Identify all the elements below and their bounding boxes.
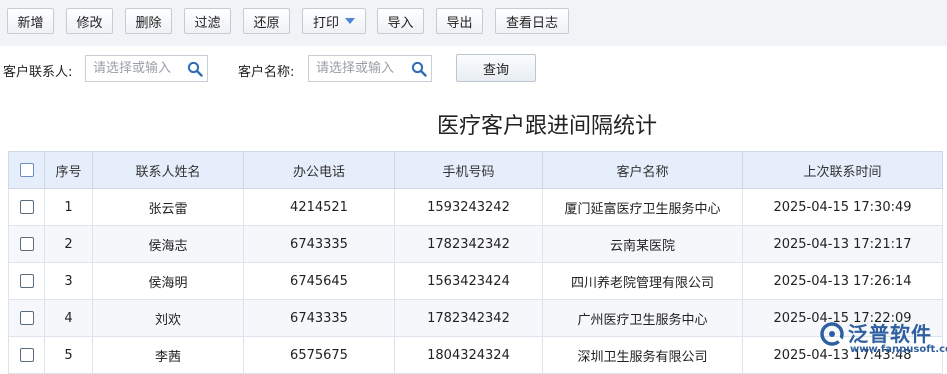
mobile-phone: 1782342342 bbox=[394, 299, 543, 337]
column-header-office-phone: 办公电话 bbox=[243, 151, 395, 189]
mobile-phone: 1563423424 bbox=[394, 262, 543, 300]
customer-name-link[interactable]: 四川养老院管理有限公司 bbox=[542, 262, 743, 300]
brand-logo-icon bbox=[820, 322, 844, 346]
row-select-cell[interactable] bbox=[8, 225, 45, 263]
contact-filter-label: 客户联系人: bbox=[3, 65, 73, 80]
brand-watermark: 泛普软件 www.fanpusoft.com bbox=[818, 318, 947, 365]
office-phone: 6575675 bbox=[243, 336, 395, 374]
office-phone: 6743335 bbox=[243, 299, 395, 337]
import-button[interactable]: 导入 bbox=[377, 8, 424, 34]
table-row[interactable]: 2 侯海志 6743335 1782342342 云南某医院 2025-04-1… bbox=[8, 225, 943, 263]
last-contact-time: 2025-04-13 17:26:14 bbox=[742, 262, 943, 300]
export-button[interactable]: 导出 bbox=[436, 8, 483, 34]
column-header-no: 序号 bbox=[44, 151, 93, 189]
row-select-cell[interactable] bbox=[8, 188, 45, 226]
office-phone: 6745645 bbox=[243, 262, 395, 300]
row-select-cell[interactable] bbox=[8, 336, 45, 374]
column-header-mobile: 手机号码 bbox=[394, 151, 543, 189]
column-header-last-contact: 上次联系时间 bbox=[742, 151, 943, 189]
contact-name-link[interactable]: 侯海志 bbox=[92, 225, 244, 263]
add-button[interactable]: 新增 bbox=[7, 8, 54, 34]
filter-button[interactable]: 过滤 bbox=[184, 8, 231, 34]
column-header-name: 联系人姓名 bbox=[92, 151, 244, 189]
customer-name-link[interactable]: 广州医疗卫生服务中心 bbox=[542, 299, 743, 337]
table-row[interactable]: 1 张云雷 4214521 1593243242 厦门延富医疗卫生服务中心 20… bbox=[8, 188, 943, 226]
contact-name-link[interactable]: 侯海明 bbox=[92, 262, 244, 300]
print-button[interactable]: 打印 bbox=[302, 8, 366, 34]
row-select-cell[interactable] bbox=[8, 262, 45, 300]
contact-filter-input[interactable] bbox=[86, 56, 189, 81]
row-select-cell[interactable] bbox=[8, 299, 45, 337]
row-number: 2 bbox=[44, 225, 93, 263]
last-contact-time: 2025-04-15 17:30:49 bbox=[742, 188, 943, 226]
customer-name-link[interactable]: 厦门延富医疗卫生服务中心 bbox=[542, 188, 743, 226]
column-header-customer: 客户名称 bbox=[542, 151, 743, 189]
row-checkbox[interactable] bbox=[19, 274, 34, 288]
query-button[interactable]: 查询 bbox=[456, 54, 536, 82]
customer-name-link[interactable]: 深圳卫生服务有限公司 bbox=[542, 336, 743, 374]
restore-button[interactable]: 还原 bbox=[243, 8, 290, 34]
contact-name-link[interactable]: 刘欢 bbox=[92, 299, 244, 337]
row-checkbox[interactable] bbox=[19, 237, 34, 251]
print-button-label: 打印 bbox=[312, 15, 339, 31]
row-number: 3 bbox=[44, 262, 93, 300]
customer-filter-input[interactable] bbox=[309, 56, 412, 81]
row-checkbox[interactable] bbox=[19, 348, 34, 362]
mobile-phone: 1782342342 bbox=[394, 225, 543, 263]
row-number: 5 bbox=[44, 336, 93, 374]
data-table: 序号 联系人姓名 办公电话 手机号码 客户名称 上次联系时间 1 张云雷 421… bbox=[8, 151, 943, 374]
brand-name: 泛普软件 bbox=[848, 322, 932, 346]
row-number: 4 bbox=[44, 299, 93, 337]
toolbar: 新增 修改 删除 过滤 还原 打印 导入 导出 查看日志 bbox=[0, 0, 947, 46]
customer-filter-field[interactable] bbox=[308, 55, 432, 82]
contact-name-link[interactable]: 李茜 bbox=[92, 336, 244, 374]
customer-filter-label: 客户名称: bbox=[238, 65, 295, 80]
table-row[interactable]: 3 侯海明 6745645 1563423424 四川养老院管理有限公司 202… bbox=[8, 262, 943, 300]
row-number: 1 bbox=[44, 188, 93, 226]
contact-filter-field[interactable] bbox=[85, 55, 208, 82]
customer-name-link[interactable]: 云南某医院 bbox=[542, 225, 743, 263]
mobile-phone: 1593243242 bbox=[394, 188, 543, 226]
mobile-phone: 1804324324 bbox=[394, 336, 543, 374]
view-log-button[interactable]: 查看日志 bbox=[495, 8, 569, 34]
contact-name-link[interactable]: 张云雷 bbox=[92, 188, 244, 226]
office-phone: 6743335 bbox=[243, 225, 395, 263]
select-all-checkbox[interactable] bbox=[19, 163, 34, 177]
row-checkbox[interactable] bbox=[19, 200, 34, 214]
search-icon[interactable] bbox=[411, 61, 427, 77]
table-header-row: 序号 联系人姓名 办公电话 手机号码 客户名称 上次联系时间 bbox=[8, 151, 943, 189]
table-row[interactable]: 5 李茜 6575675 1804324324 深圳卫生服务有限公司 2025-… bbox=[8, 336, 943, 374]
chevron-down-icon bbox=[345, 18, 355, 24]
select-all-cell[interactable] bbox=[8, 151, 45, 189]
brand-site: www.fanpusoft.com bbox=[850, 344, 947, 355]
delete-button[interactable]: 删除 bbox=[125, 8, 172, 34]
office-phone: 4214521 bbox=[243, 188, 395, 226]
table-row[interactable]: 4 刘欢 6743335 1782342342 广州医疗卫生服务中心 2025-… bbox=[8, 299, 943, 337]
last-contact-time: 2025-04-13 17:21:17 bbox=[742, 225, 943, 263]
edit-button[interactable]: 修改 bbox=[66, 8, 113, 34]
row-checkbox[interactable] bbox=[19, 311, 34, 325]
report-title: 医疗客户跟进间隔统计 bbox=[436, 114, 657, 139]
search-icon[interactable] bbox=[187, 61, 203, 77]
